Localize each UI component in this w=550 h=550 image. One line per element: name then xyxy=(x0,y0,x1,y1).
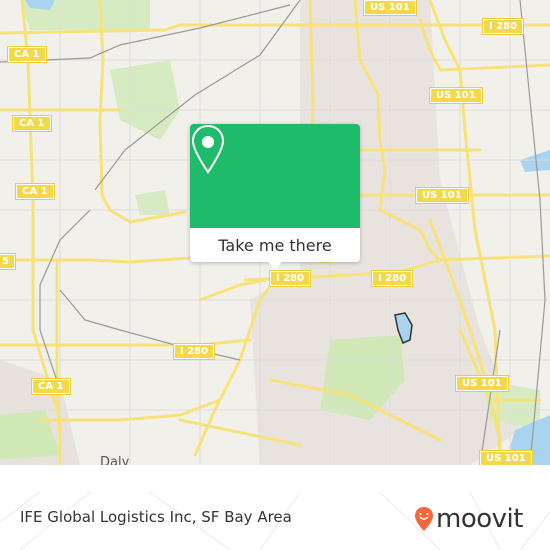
road-shield-ca-1: CA 1 xyxy=(7,46,47,63)
road-shield-us-101: US 101 xyxy=(429,87,483,104)
footer: IFE Global Logistics Inc, SF Bay Area mo… xyxy=(0,492,550,550)
map[interactable]: US 101 I 280 CA 1 CA 1 US 101 CA 1 US 10… xyxy=(0,0,550,465)
place-label-daly: Daly xyxy=(100,455,130,465)
road-shield-partial: 5 xyxy=(0,253,16,270)
road-shield-us-101: US 101 xyxy=(363,0,417,16)
park xyxy=(135,190,170,215)
road-shield-i-280: I 280 xyxy=(481,18,525,35)
moovit-pin-icon xyxy=(415,507,433,531)
road-shield-us-101: US 101 xyxy=(415,187,469,204)
road-shield-us-101: US 101 xyxy=(455,375,509,392)
take-me-there-button[interactable]: Take me there xyxy=(190,228,360,262)
popup-header xyxy=(190,124,360,228)
place-title: IFE Global Logistics Inc, SF Bay Area xyxy=(20,508,292,526)
road-shield-ca-1: CA 1 xyxy=(15,183,55,200)
road-shield-i-280: I 280 xyxy=(370,270,414,287)
location-pin-icon xyxy=(191,124,225,174)
road-shield-ca-1: CA 1 xyxy=(12,115,52,132)
popup-pointer xyxy=(268,262,282,269)
road-shield-us-101: US 101 xyxy=(479,450,533,465)
location-popup: Take me there xyxy=(190,124,360,269)
road-shield-i-280: I 280 xyxy=(172,343,216,360)
road-shield-i-280: I 280 xyxy=(268,270,312,287)
road-shield-ca-1: CA 1 xyxy=(31,378,71,395)
moovit-wordmark: moovit xyxy=(436,504,523,534)
moovit-logo[interactable]: moovit xyxy=(414,504,523,534)
park xyxy=(110,60,180,140)
